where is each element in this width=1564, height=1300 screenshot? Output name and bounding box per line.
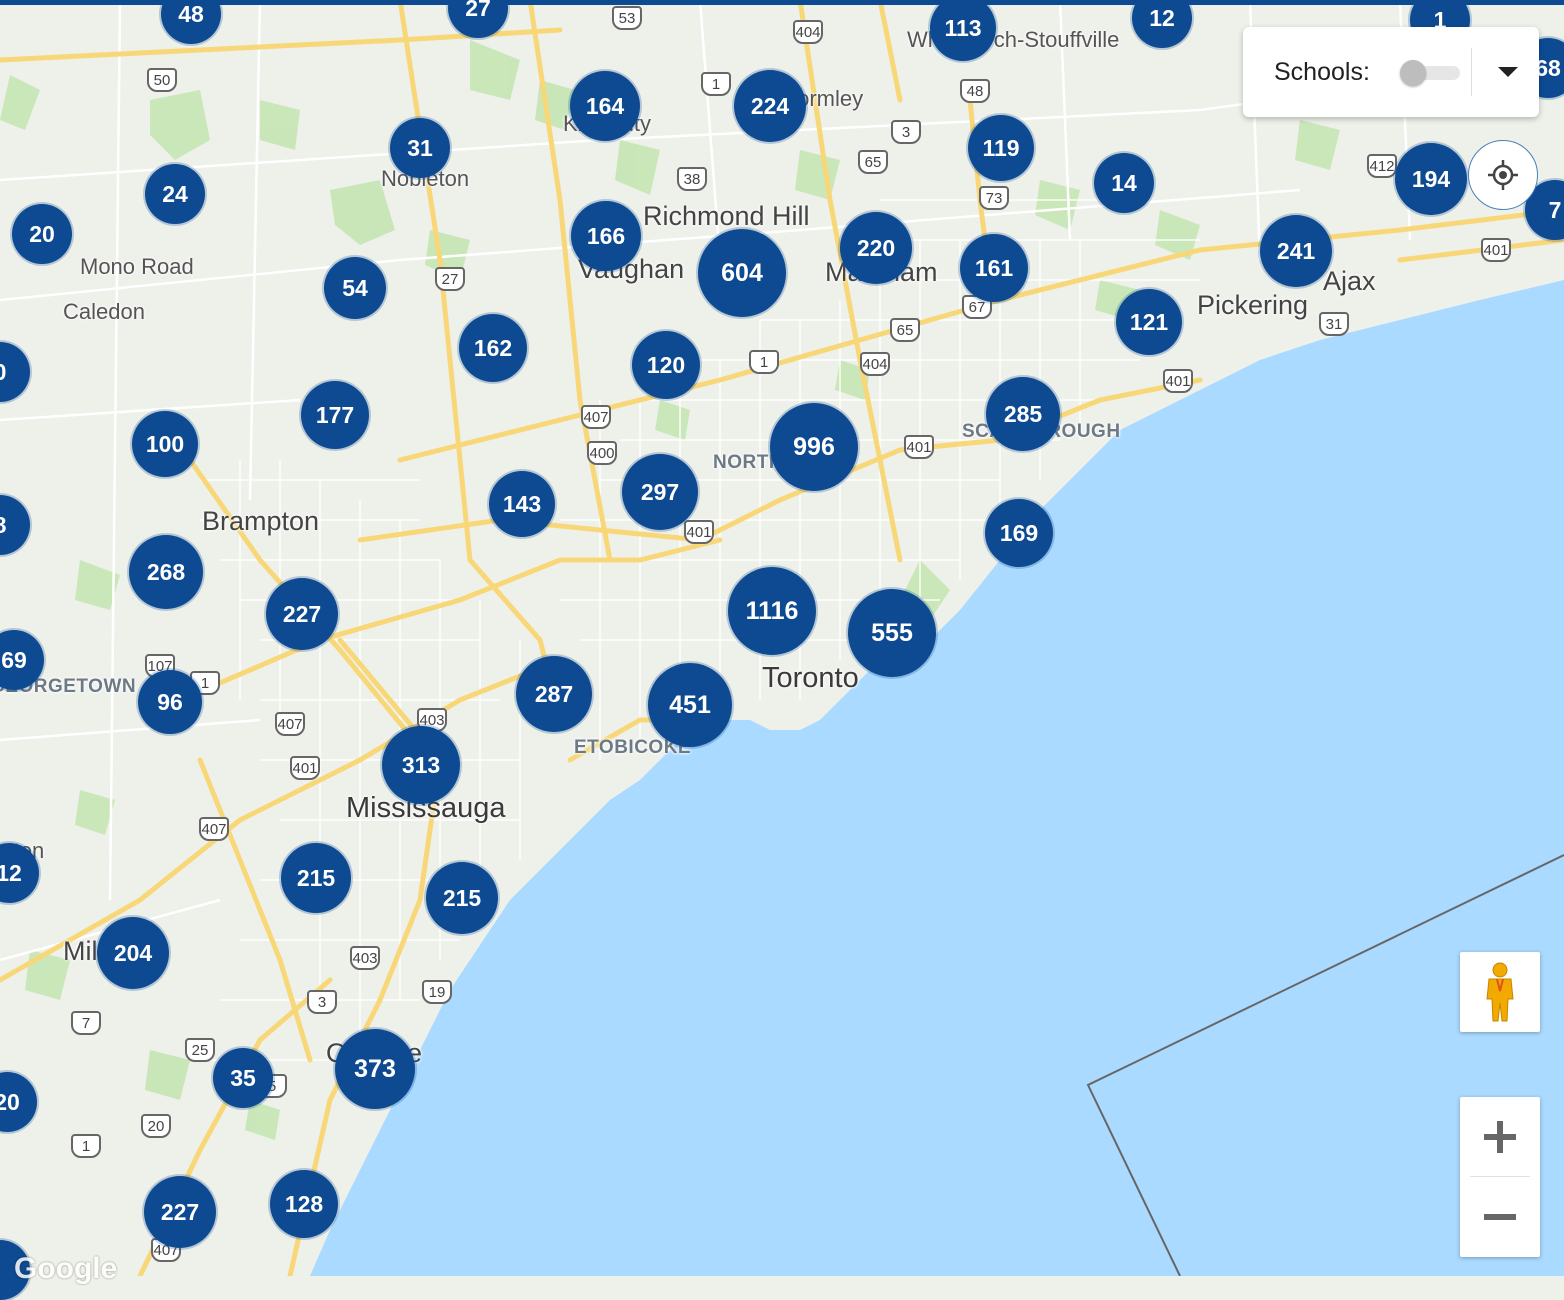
cluster-marker[interactable]: 177 xyxy=(301,381,369,449)
cluster-marker[interactable]: 313 xyxy=(382,726,460,804)
cluster-marker[interactable]: 20 xyxy=(12,204,72,264)
cluster-marker[interactable]: 54 xyxy=(324,257,386,319)
cluster-marker[interactable]: 204 xyxy=(97,917,169,989)
cluster-marker[interactable]: 120 xyxy=(632,331,700,399)
highway-shield: 20 xyxy=(141,1114,171,1138)
cluster-marker[interactable]: 1116 xyxy=(728,567,816,655)
toggle-knob xyxy=(1400,60,1426,86)
cluster-marker[interactable]: 143 xyxy=(489,471,555,537)
highway-shield: 25 xyxy=(185,1038,215,1062)
cluster-marker[interactable]: 373 xyxy=(335,1029,415,1109)
cluster-marker[interactable]: 169 xyxy=(985,499,1053,567)
place-label: Pickering xyxy=(1197,290,1309,320)
cluster-marker[interactable]: 35 xyxy=(213,1048,273,1108)
crosshair-icon xyxy=(1488,160,1518,190)
cluster-marker[interactable]: 227 xyxy=(144,1176,216,1248)
locate-me-button[interactable] xyxy=(1468,140,1538,210)
cluster-marker[interactable]: 164 xyxy=(570,71,640,141)
cluster-marker[interactable]: 119 xyxy=(968,115,1034,181)
schools-dropdown-button[interactable] xyxy=(1483,47,1533,97)
highway-shield: 1 xyxy=(71,1134,101,1158)
highway-shield: 3 xyxy=(891,120,921,144)
cluster-marker[interactable]: 268 xyxy=(129,535,203,609)
place-label: Richmond Hill xyxy=(643,201,810,231)
highway-shield: 400 xyxy=(587,441,617,465)
highway-shield: 401 xyxy=(1163,369,1193,393)
highway-shield: 27 xyxy=(435,267,465,291)
highway-shield: 404 xyxy=(860,352,890,376)
highway-shield: 401 xyxy=(904,435,934,459)
highway-shield: 38 xyxy=(677,167,707,191)
cluster-marker[interactable]: 166 xyxy=(571,201,641,271)
cluster-marker[interactable]: 96 xyxy=(138,670,202,734)
panel-divider xyxy=(1471,48,1472,96)
cluster-marker[interactable]: 100 xyxy=(132,411,198,477)
top-accent-bar xyxy=(0,0,1564,5)
schools-filter-panel: Schools: xyxy=(1243,27,1539,117)
highway-shield: 19 xyxy=(422,980,452,1004)
cluster-marker[interactable]: 297 xyxy=(622,454,698,530)
highway-shield: 73 xyxy=(979,186,1009,210)
highway-shield: 412 xyxy=(1367,154,1397,178)
highway-shield: 401 xyxy=(684,520,714,544)
google-attribution: Google xyxy=(14,1252,118,1285)
highway-shield: 3 xyxy=(307,990,337,1014)
place-label: Caledon xyxy=(63,299,145,324)
highway-shield: 53 xyxy=(612,6,642,30)
cluster-marker[interactable]: 451 xyxy=(648,663,732,747)
highway-shield: 401 xyxy=(1481,238,1511,262)
cluster-marker[interactable]: 215 xyxy=(281,843,351,913)
cluster-marker[interactable]: 121 xyxy=(1116,289,1182,355)
schools-label: Schools: xyxy=(1274,57,1370,86)
highway-shield: 65 xyxy=(890,318,920,342)
place-label: Toronto xyxy=(762,662,859,694)
cluster-marker[interactable]: 215 xyxy=(426,862,498,934)
highway-shield: 48 xyxy=(960,79,990,103)
cluster-marker[interactable]: 31 xyxy=(390,118,450,178)
zoom-in-button[interactable] xyxy=(1460,1097,1540,1177)
highway-shield: 407 xyxy=(275,712,305,736)
highway-shield: 65 xyxy=(858,150,888,174)
place-label: Brampton xyxy=(202,506,320,536)
cluster-marker[interactable]: 128 xyxy=(270,1170,338,1238)
highway-shield: 50 xyxy=(147,68,177,92)
highway-shield: 1 xyxy=(749,350,779,374)
street-view-button[interactable] xyxy=(1460,952,1540,1032)
highway-shield: 407 xyxy=(581,405,611,429)
cluster-marker[interactable]: 162 xyxy=(459,314,527,382)
cluster-marker[interactable]: 996 xyxy=(770,403,858,491)
street-view-pegman-icon xyxy=(1486,962,1514,1022)
highway-shield: 401 xyxy=(290,756,320,780)
cluster-marker[interactable]: 161 xyxy=(960,234,1028,302)
place-label: Ajax xyxy=(1323,266,1376,296)
minus-icon xyxy=(1484,1214,1516,1220)
cluster-marker[interactable]: 220 xyxy=(840,212,912,284)
highway-shield: 7 xyxy=(71,1011,101,1035)
caret-down-icon xyxy=(1498,67,1518,77)
place-label: Mono Road xyxy=(80,254,194,279)
cluster-marker[interactable]: 604 xyxy=(698,229,786,317)
highway-shield: 407 xyxy=(199,817,229,841)
highway-shield: 1 xyxy=(701,72,731,96)
highway-shield: 403 xyxy=(350,946,380,970)
cluster-marker[interactable]: 227 xyxy=(266,578,338,650)
cluster-marker[interactable]: 285 xyxy=(986,377,1060,451)
highway-shield: 31 xyxy=(1319,312,1349,336)
cluster-marker[interactable]: 24 xyxy=(145,164,205,224)
zoom-out-button[interactable] xyxy=(1460,1177,1540,1257)
plus-icon xyxy=(1484,1121,1516,1153)
cluster-marker[interactable]: 555 xyxy=(848,589,936,677)
cluster-marker[interactable]: 194 xyxy=(1395,143,1467,215)
cluster-marker[interactable]: 287 xyxy=(516,656,592,732)
zoom-control xyxy=(1460,1097,1540,1257)
highway-shield: 404 xyxy=(793,20,823,44)
schools-toggle[interactable] xyxy=(1400,60,1460,86)
cluster-marker[interactable]: 241 xyxy=(1260,215,1332,287)
cluster-marker[interactable]: 224 xyxy=(734,70,806,142)
cluster-marker[interactable]: 14 xyxy=(1094,153,1154,213)
